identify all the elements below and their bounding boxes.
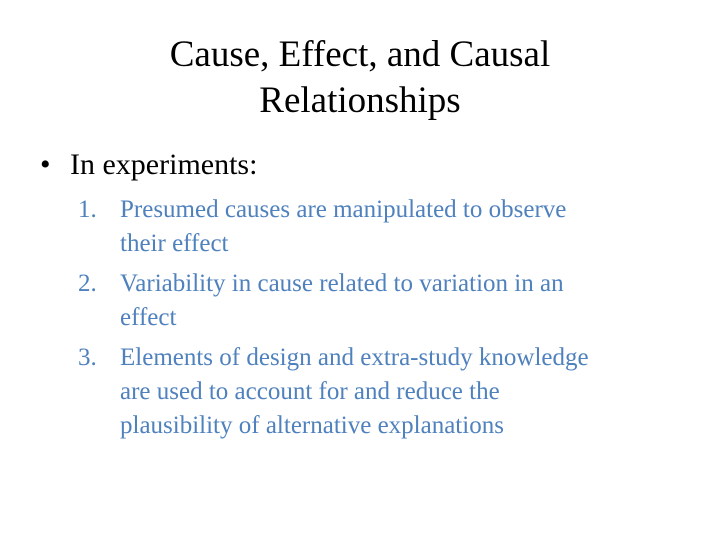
list-item: 3. Elements of design and extra-study kn… xyxy=(78,341,678,443)
list-item-number: 2. xyxy=(78,270,97,297)
list-item: 2. Variability in cause related to varia… xyxy=(78,267,678,335)
list-item-line: Variability in cause related to variatio… xyxy=(120,270,564,297)
list-item-line: Presumed causes are manipulated to obser… xyxy=(120,196,567,223)
list-item-number: 1. xyxy=(78,196,97,223)
list-item-number: 3. xyxy=(78,344,97,371)
list-item-line: effect xyxy=(120,304,177,331)
list-item-line: are used to account for and reduce the xyxy=(120,378,500,405)
slide-title: Cause, Effect, and Causal Relationships xyxy=(60,32,660,124)
bullet-text: In experiments: xyxy=(70,148,258,181)
bullet-dot-icon: • xyxy=(40,148,51,181)
slide: Cause, Effect, and Causal Relationships … xyxy=(0,0,720,540)
title-line-2: Relationships xyxy=(259,80,461,121)
list-item: 1. Presumed causes are manipulated to ob… xyxy=(78,193,678,261)
title-line-1: Cause, Effect, and Causal xyxy=(169,34,551,75)
list-item-line: their effect xyxy=(120,230,229,257)
list-item-line: plausibility of alternative explanations xyxy=(120,412,504,439)
numbered-list: 1. Presumed causes are manipulated to ob… xyxy=(78,193,678,449)
list-item-line: Elements of design and extra-study knowl… xyxy=(120,344,589,371)
bullet-item: • In experiments: xyxy=(40,147,680,183)
